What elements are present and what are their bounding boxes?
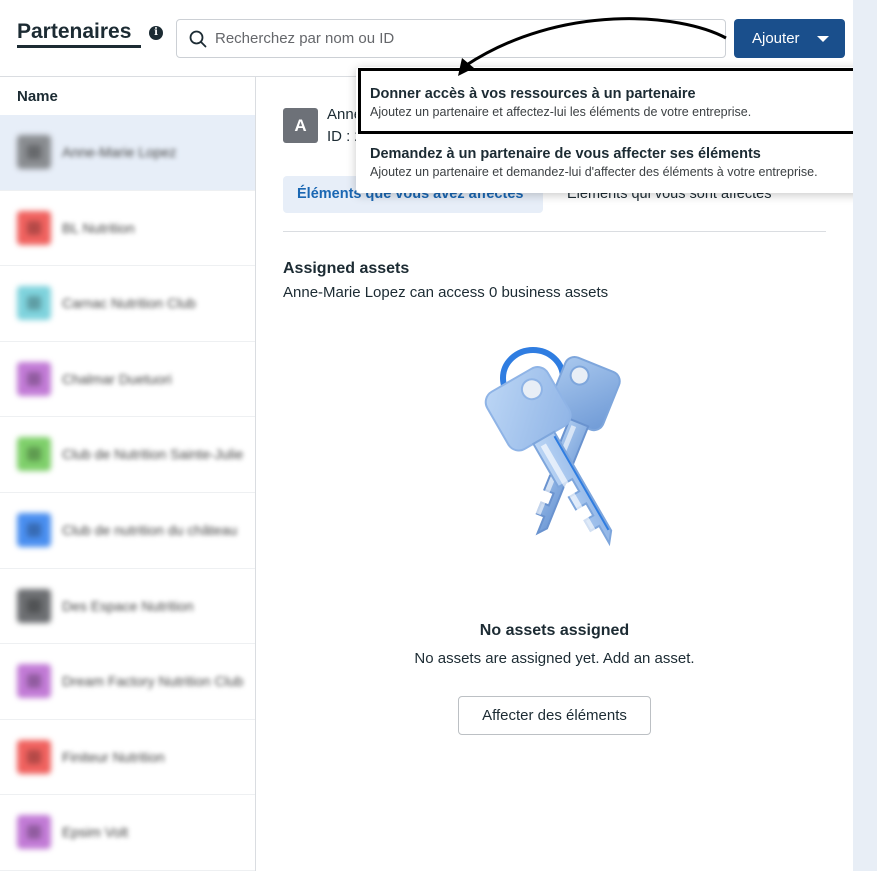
avatar — [17, 437, 51, 472]
partners-list: Anne-Marie Lopez BL Nutrition Carnac Nutri… — [0, 115, 255, 871]
list-item-label: BL Nutrition — [62, 219, 135, 236]
partners-page: Partenaires i Ajouter Name Anne-Marie Lo… — [0, 0, 871, 871]
column-header-name[interactable]: Name — [17, 88, 58, 105]
add-button-label: Ajouter — [752, 30, 800, 47]
list-item[interactable]: Des Espace Nutrition — [0, 569, 255, 645]
avatar — [17, 815, 51, 850]
assign-assets-button[interactable]: Affecter des éléments — [458, 696, 651, 735]
add-button[interactable]: Ajouter — [734, 19, 845, 58]
page-title: Partenaires — [17, 20, 132, 43]
avatar — [17, 286, 51, 321]
assigned-assets-subtitle: Anne-Marie Lopez can access 0 business a… — [283, 284, 609, 301]
list-item-label: Club de Nutrition Sainte-Julie — [62, 446, 244, 463]
list-item[interactable]: Chalmar Duetuori — [0, 342, 255, 418]
list-item-label: Epsim Volt — [62, 824, 129, 841]
right-panel-edge — [853, 0, 877, 871]
list-item[interactable]: Epsim Volt — [0, 795, 255, 871]
avatar — [17, 210, 51, 245]
menu-item-title: Demandez à un partenaire de vous affecte… — [370, 146, 761, 162]
list-item-label: Dream Factory Nutrition Club — [62, 673, 244, 690]
menu-item-description: Ajoutez un partenaire et demandez-lui d'… — [370, 165, 818, 179]
list-item-label: Finiteur Nutrition — [62, 748, 165, 765]
avatar — [17, 135, 51, 169]
search-icon — [189, 30, 207, 48]
caret-down-icon — [817, 36, 829, 42]
highlight-box — [358, 68, 869, 134]
list-item-label: Chalmar Duetuori — [62, 370, 172, 387]
partner-avatar: A — [283, 108, 318, 143]
menu-item-request-assets[interactable]: Demandez à un partenaire de vous affecte… — [356, 146, 871, 179]
list-item-label: Anne-Marie Lopez — [62, 144, 177, 160]
partners-sidebar: Name Anne-Marie Lopez BL Nutrition Carnac … — [0, 77, 256, 871]
list-item-label: Carnac Nutrition Club — [62, 295, 196, 312]
avatar — [17, 512, 51, 547]
avatar — [17, 361, 51, 396]
list-item[interactable]: Anne-Marie Lopez — [0, 115, 255, 191]
list-item[interactable]: Dream Factory Nutrition Club — [0, 644, 255, 720]
avatar — [17, 739, 51, 774]
list-item[interactable]: Finiteur Nutrition — [0, 720, 255, 796]
avatar — [17, 588, 51, 623]
avatar — [17, 664, 51, 699]
empty-state-subtitle: No assets are assigned yet. Add an asset… — [414, 650, 695, 667]
assigned-assets-title: Assigned assets — [283, 260, 410, 277]
list-item[interactable]: Club de Nutrition Sainte-Julie — [0, 417, 255, 493]
search-bar[interactable] — [176, 19, 726, 58]
title-underline — [17, 45, 141, 48]
list-item[interactable]: Club de nutrition du château — [0, 493, 255, 569]
tabs-divider — [283, 231, 826, 232]
list-item-label: Des Espace Nutrition — [62, 597, 194, 614]
keys-icon — [484, 347, 621, 547]
list-item[interactable]: Carnac Nutrition Club — [0, 266, 255, 342]
list-item-label: Club de nutrition du château — [62, 521, 238, 538]
info-icon[interactable]: i — [149, 26, 163, 40]
search-input[interactable] — [215, 20, 715, 57]
empty-state-title: No assets assigned — [479, 622, 630, 639]
list-item[interactable]: BL Nutrition — [0, 191, 255, 267]
